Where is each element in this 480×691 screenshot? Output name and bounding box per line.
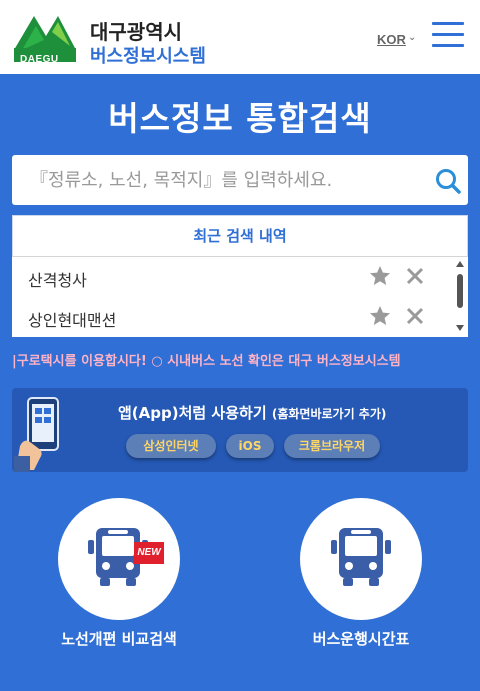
recent-search-item[interactable]: 산격청사 [12, 257, 452, 297]
ios-button[interactable]: iOS [226, 434, 274, 458]
route-compare-button[interactable]: NEW [58, 498, 180, 620]
recent-search-header: 최근 검색 내역 [12, 215, 468, 257]
chrome-browser-button[interactable]: 크롬브라우저 [284, 434, 380, 458]
bus-timetable-label: 버스운행시간표 [312, 630, 410, 648]
page-title: 버스정보 통합검색 [108, 99, 372, 138]
app-banner-subtitle: (홈화면바로가기 추가) [271, 407, 387, 421]
phone-hand-icon [14, 397, 59, 472]
system-name: 버스정보시스템 [90, 46, 206, 67]
new-badge: NEW [134, 542, 164, 564]
scrollbar[interactable] [452, 257, 468, 337]
hamburger-icon[interactable] [432, 22, 464, 48]
recent-search-list: 산격청사 상인현대맨션 [12, 257, 468, 337]
recent-search-label: 상인현대맨션 [28, 311, 117, 330]
route-compare-label: 노선개편 비교검색 [61, 630, 177, 648]
language-label: KOR [377, 32, 406, 47]
close-icon[interactable] [405, 266, 425, 286]
app-banner-title: 앱(App)처럼 사용하기 (홈화면바로가기 추가) [118, 402, 386, 423]
search-icon[interactable] [434, 167, 462, 195]
samsung-internet-button[interactable]: 삼성인터넷 [126, 434, 216, 458]
notice-ticker[interactable]: |구로택시를 이용합시다! ○ 시내버스 노선 확인은 대구 버스정보시스템 [12, 350, 468, 374]
app-banner-title-main: 앱(App)처럼 사용하기 [118, 404, 267, 422]
star-icon[interactable] [368, 264, 392, 288]
logo-text: DAEGU [20, 54, 59, 65]
header: DAEGU 대구광역시 버스정보시스템 KOR ⌄ [0, 0, 480, 74]
app-install-banner: 앱(App)처럼 사용하기 (홈화면바로가기 추가) 삼성인터넷 iOS 크롬브… [12, 388, 468, 472]
star-icon[interactable] [368, 304, 392, 328]
city-name: 대구광역시 [90, 20, 182, 44]
close-icon[interactable] [405, 306, 425, 326]
bus-icon [331, 528, 391, 586]
recent-search-item[interactable]: 상인현대맨션 [12, 297, 452, 337]
search-box [12, 155, 468, 205]
recent-search-label: 산격청사 [28, 271, 87, 290]
bus-timetable-button[interactable] [300, 498, 422, 620]
search-input[interactable] [12, 155, 422, 205]
chevron-down-icon: ⌄ [408, 32, 417, 43]
